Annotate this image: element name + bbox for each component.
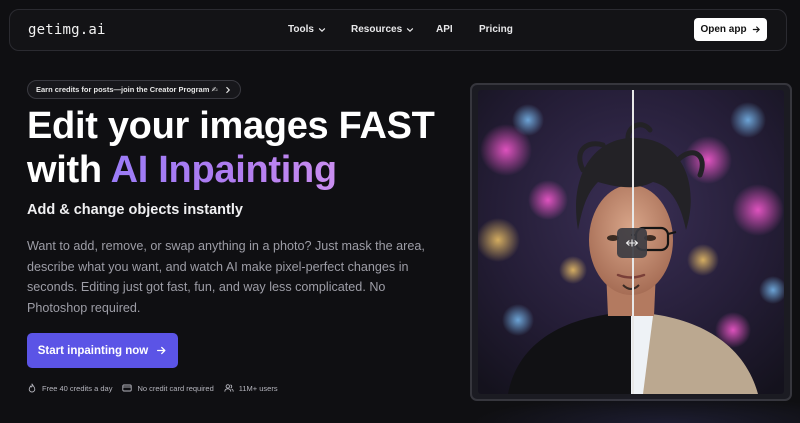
open-app-label: Open app: [700, 24, 747, 35]
cta-label: Start inpainting now: [37, 344, 149, 357]
nav-pricing-label: Pricing: [479, 24, 513, 35]
nav-tools-label: Tools: [288, 24, 314, 35]
start-inpainting-button[interactable]: Start inpainting now: [27, 333, 178, 368]
chevron-right-icon: [225, 86, 230, 93]
users-icon: [224, 384, 234, 392]
arrow-right-icon: [752, 26, 760, 33]
nav-tools[interactable]: Tools: [288, 24, 326, 35]
before-after-comparison: [470, 83, 792, 401]
comparison-photo: [478, 90, 784, 394]
hero-subheading: Add & change objects instantly: [27, 202, 243, 218]
creator-program-banner[interactable]: Earn credits for posts—join the Creator …: [27, 80, 241, 99]
flame-icon: [28, 383, 36, 393]
perk-users: 11M+ users: [224, 383, 278, 393]
nav-resources-label: Resources: [351, 24, 403, 35]
nav-pricing[interactable]: Pricing: [479, 24, 513, 35]
perk-no-card-text: No credit card required: [137, 383, 214, 393]
chevron-down-icon: [407, 27, 414, 32]
nav-resources[interactable]: Resources: [351, 24, 414, 35]
headline-line-1: Edit your images FAST: [27, 105, 435, 147]
headline-line-2: with AI Inpainting: [27, 148, 435, 192]
background-glow: [470, 395, 800, 423]
perk-free-credits: Free 40 credits a day: [27, 383, 112, 393]
comparison-slider-handle[interactable]: [617, 228, 647, 258]
hero-description: Want to add, remove, or swap anything in…: [27, 239, 425, 315]
move-horizontal-icon: [625, 239, 639, 247]
arrow-right-icon: [157, 346, 166, 355]
nav-api[interactable]: API: [436, 24, 453, 35]
credit-card-icon: [122, 384, 133, 392]
perk-users-text: 11M+ users: [238, 383, 278, 393]
open-app-button[interactable]: Open app: [694, 18, 767, 41]
nav-api-label: API: [436, 24, 453, 35]
perk-free-credits-text: Free 40 credits a day: [42, 383, 113, 393]
nav-links: Tools Resources API Pricing: [10, 10, 786, 50]
chevron-down-icon: [318, 27, 326, 32]
headline-with: with: [27, 149, 111, 191]
perks-list: Free 40 credits a day No credit card req…: [27, 383, 278, 393]
perk-no-card: No credit card required: [122, 383, 214, 393]
promo-text: Earn credits for posts—join the Creator …: [36, 85, 218, 94]
headline-accent: AI Inpainting: [110, 149, 337, 191]
hero-headline: Edit your images FAST with AI Inpainting: [27, 104, 435, 192]
top-navbar: getimg.ai Tools Resources API Pricing Op…: [9, 9, 787, 51]
